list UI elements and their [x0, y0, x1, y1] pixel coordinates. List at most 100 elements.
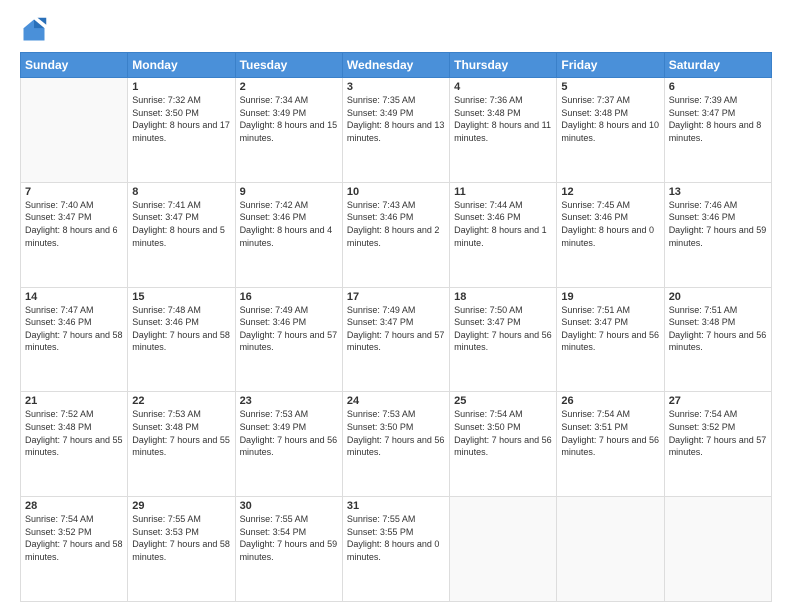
header [20, 16, 772, 44]
calendar-cell: 18Sunrise: 7:50 AMSunset: 3:47 PMDayligh… [450, 287, 557, 392]
day-number: 3 [347, 81, 445, 93]
calendar-cell: 10Sunrise: 7:43 AMSunset: 3:46 PMDayligh… [342, 182, 449, 287]
calendar-cell: 6Sunrise: 7:39 AMSunset: 3:47 PMDaylight… [664, 78, 771, 183]
calendar-week-row: 7Sunrise: 7:40 AMSunset: 3:47 PMDaylight… [21, 182, 772, 287]
calendar-header-row: SundayMondayTuesdayWednesdayThursdayFrid… [21, 53, 772, 78]
calendar-week-row: 14Sunrise: 7:47 AMSunset: 3:46 PMDayligh… [21, 287, 772, 392]
day-detail: Sunrise: 7:49 AMSunset: 3:46 PMDaylight:… [240, 304, 338, 354]
calendar-cell: 5Sunrise: 7:37 AMSunset: 3:48 PMDaylight… [557, 78, 664, 183]
day-number: 29 [132, 500, 230, 512]
day-number: 8 [132, 186, 230, 198]
day-number: 16 [240, 291, 338, 303]
day-detail: Sunrise: 7:47 AMSunset: 3:46 PMDaylight:… [25, 304, 123, 354]
day-detail: Sunrise: 7:45 AMSunset: 3:46 PMDaylight:… [561, 199, 659, 249]
day-number: 31 [347, 500, 445, 512]
logo-icon [20, 16, 48, 44]
page: SundayMondayTuesdayWednesdayThursdayFrid… [0, 0, 792, 612]
logo [20, 16, 52, 44]
calendar-cell: 22Sunrise: 7:53 AMSunset: 3:48 PMDayligh… [128, 392, 235, 497]
day-number: 23 [240, 395, 338, 407]
day-detail: Sunrise: 7:46 AMSunset: 3:46 PMDaylight:… [669, 199, 767, 249]
calendar-cell: 16Sunrise: 7:49 AMSunset: 3:46 PMDayligh… [235, 287, 342, 392]
calendar-cell: 21Sunrise: 7:52 AMSunset: 3:48 PMDayligh… [21, 392, 128, 497]
calendar-day-header: Saturday [664, 53, 771, 78]
day-number: 15 [132, 291, 230, 303]
calendar-cell [450, 497, 557, 602]
calendar-table: SundayMondayTuesdayWednesdayThursdayFrid… [20, 52, 772, 602]
day-detail: Sunrise: 7:36 AMSunset: 3:48 PMDaylight:… [454, 94, 552, 144]
calendar-day-header: Monday [128, 53, 235, 78]
day-detail: Sunrise: 7:34 AMSunset: 3:49 PMDaylight:… [240, 94, 338, 144]
day-number: 22 [132, 395, 230, 407]
day-detail: Sunrise: 7:32 AMSunset: 3:50 PMDaylight:… [132, 94, 230, 144]
calendar-cell: 31Sunrise: 7:55 AMSunset: 3:55 PMDayligh… [342, 497, 449, 602]
day-number: 10 [347, 186, 445, 198]
day-number: 2 [240, 81, 338, 93]
calendar-cell: 29Sunrise: 7:55 AMSunset: 3:53 PMDayligh… [128, 497, 235, 602]
calendar-day-header: Tuesday [235, 53, 342, 78]
day-detail: Sunrise: 7:54 AMSunset: 3:52 PMDaylight:… [669, 408, 767, 458]
calendar-cell: 19Sunrise: 7:51 AMSunset: 3:47 PMDayligh… [557, 287, 664, 392]
day-detail: Sunrise: 7:35 AMSunset: 3:49 PMDaylight:… [347, 94, 445, 144]
day-detail: Sunrise: 7:55 AMSunset: 3:55 PMDaylight:… [347, 513, 445, 563]
calendar-cell: 8Sunrise: 7:41 AMSunset: 3:47 PMDaylight… [128, 182, 235, 287]
calendar-cell: 15Sunrise: 7:48 AMSunset: 3:46 PMDayligh… [128, 287, 235, 392]
day-number: 11 [454, 186, 552, 198]
calendar-cell: 7Sunrise: 7:40 AMSunset: 3:47 PMDaylight… [21, 182, 128, 287]
day-number: 4 [454, 81, 552, 93]
calendar-day-header: Friday [557, 53, 664, 78]
day-detail: Sunrise: 7:43 AMSunset: 3:46 PMDaylight:… [347, 199, 445, 249]
day-number: 24 [347, 395, 445, 407]
calendar-cell [21, 78, 128, 183]
day-detail: Sunrise: 7:48 AMSunset: 3:46 PMDaylight:… [132, 304, 230, 354]
calendar-cell: 20Sunrise: 7:51 AMSunset: 3:48 PMDayligh… [664, 287, 771, 392]
calendar-cell: 3Sunrise: 7:35 AMSunset: 3:49 PMDaylight… [342, 78, 449, 183]
calendar-cell: 23Sunrise: 7:53 AMSunset: 3:49 PMDayligh… [235, 392, 342, 497]
calendar-day-header: Wednesday [342, 53, 449, 78]
day-detail: Sunrise: 7:41 AMSunset: 3:47 PMDaylight:… [132, 199, 230, 249]
day-detail: Sunrise: 7:50 AMSunset: 3:47 PMDaylight:… [454, 304, 552, 354]
calendar-cell: 30Sunrise: 7:55 AMSunset: 3:54 PMDayligh… [235, 497, 342, 602]
calendar-cell: 24Sunrise: 7:53 AMSunset: 3:50 PMDayligh… [342, 392, 449, 497]
day-detail: Sunrise: 7:54 AMSunset: 3:50 PMDaylight:… [454, 408, 552, 458]
day-detail: Sunrise: 7:49 AMSunset: 3:47 PMDaylight:… [347, 304, 445, 354]
calendar-cell: 9Sunrise: 7:42 AMSunset: 3:46 PMDaylight… [235, 182, 342, 287]
day-detail: Sunrise: 7:54 AMSunset: 3:51 PMDaylight:… [561, 408, 659, 458]
day-detail: Sunrise: 7:54 AMSunset: 3:52 PMDaylight:… [25, 513, 123, 563]
day-detail: Sunrise: 7:42 AMSunset: 3:46 PMDaylight:… [240, 199, 338, 249]
calendar-cell: 14Sunrise: 7:47 AMSunset: 3:46 PMDayligh… [21, 287, 128, 392]
day-number: 28 [25, 500, 123, 512]
calendar-cell: 17Sunrise: 7:49 AMSunset: 3:47 PMDayligh… [342, 287, 449, 392]
day-detail: Sunrise: 7:52 AMSunset: 3:48 PMDaylight:… [25, 408, 123, 458]
day-number: 9 [240, 186, 338, 198]
calendar-cell: 13Sunrise: 7:46 AMSunset: 3:46 PMDayligh… [664, 182, 771, 287]
calendar-cell: 26Sunrise: 7:54 AMSunset: 3:51 PMDayligh… [557, 392, 664, 497]
day-number: 25 [454, 395, 552, 407]
calendar-cell [557, 497, 664, 602]
calendar-cell: 11Sunrise: 7:44 AMSunset: 3:46 PMDayligh… [450, 182, 557, 287]
day-number: 1 [132, 81, 230, 93]
day-number: 19 [561, 291, 659, 303]
calendar-week-row: 1Sunrise: 7:32 AMSunset: 3:50 PMDaylight… [21, 78, 772, 183]
calendar-cell: 1Sunrise: 7:32 AMSunset: 3:50 PMDaylight… [128, 78, 235, 183]
day-detail: Sunrise: 7:55 AMSunset: 3:53 PMDaylight:… [132, 513, 230, 563]
calendar-cell: 25Sunrise: 7:54 AMSunset: 3:50 PMDayligh… [450, 392, 557, 497]
calendar-day-header: Thursday [450, 53, 557, 78]
day-number: 20 [669, 291, 767, 303]
day-detail: Sunrise: 7:51 AMSunset: 3:48 PMDaylight:… [669, 304, 767, 354]
day-number: 13 [669, 186, 767, 198]
calendar-day-header: Sunday [21, 53, 128, 78]
day-number: 17 [347, 291, 445, 303]
calendar-week-row: 28Sunrise: 7:54 AMSunset: 3:52 PMDayligh… [21, 497, 772, 602]
day-number: 26 [561, 395, 659, 407]
day-number: 21 [25, 395, 123, 407]
calendar-cell [664, 497, 771, 602]
calendar-cell: 27Sunrise: 7:54 AMSunset: 3:52 PMDayligh… [664, 392, 771, 497]
calendar-cell: 12Sunrise: 7:45 AMSunset: 3:46 PMDayligh… [557, 182, 664, 287]
day-number: 27 [669, 395, 767, 407]
day-number: 30 [240, 500, 338, 512]
calendar-cell: 2Sunrise: 7:34 AMSunset: 3:49 PMDaylight… [235, 78, 342, 183]
calendar-week-row: 21Sunrise: 7:52 AMSunset: 3:48 PMDayligh… [21, 392, 772, 497]
day-number: 14 [25, 291, 123, 303]
day-detail: Sunrise: 7:44 AMSunset: 3:46 PMDaylight:… [454, 199, 552, 249]
